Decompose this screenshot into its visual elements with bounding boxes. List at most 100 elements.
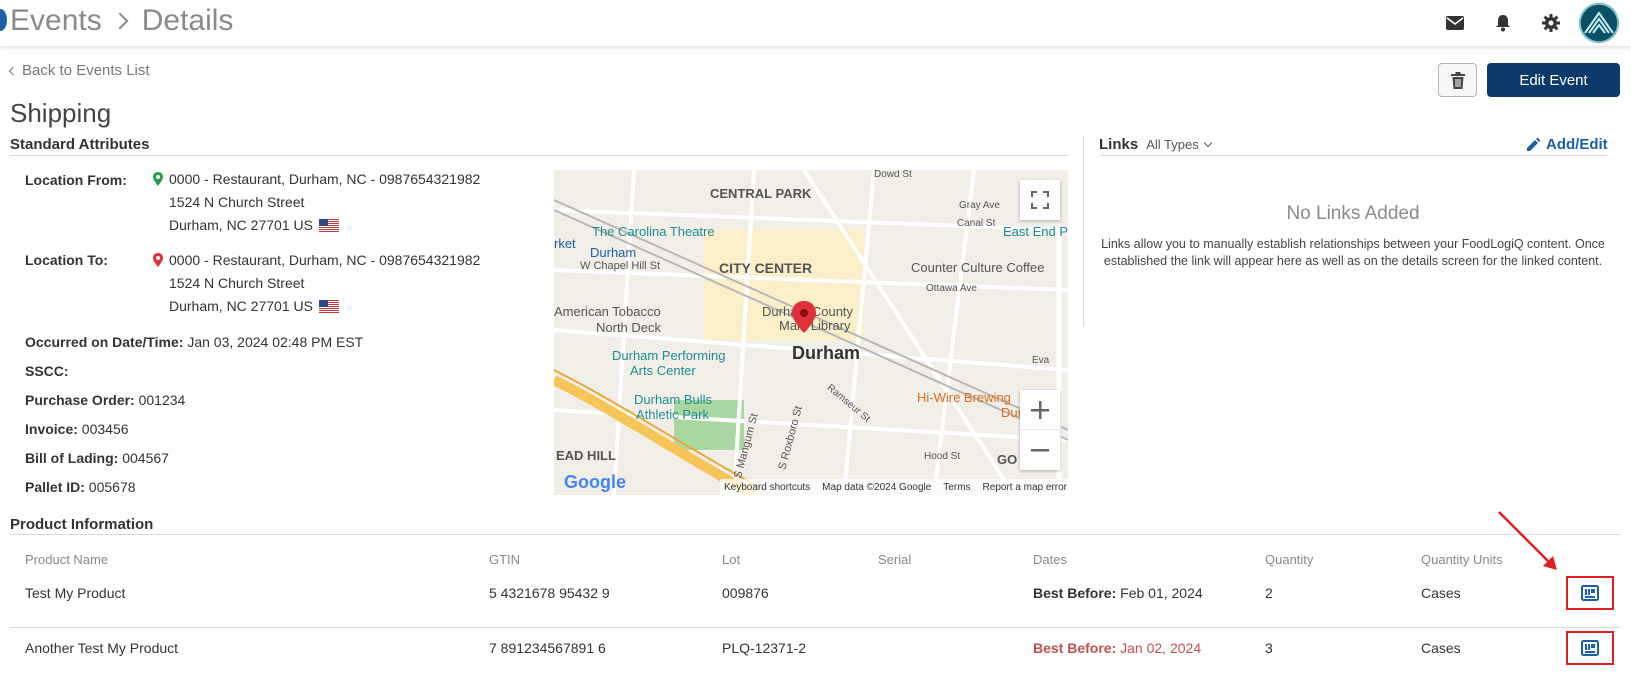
report-map-error-link[interactable]: Report a map error [983,482,1067,493]
product-information-title: Product Information [10,516,154,533]
dates-cell: Best Before: Feb 01, 2024 [1033,585,1203,601]
map-zoom-controls [1020,390,1060,470]
product-details-button[interactable] [1566,631,1614,665]
breadcrumb: Events Details [10,2,233,40]
notifications-button[interactable] [1479,3,1527,43]
map-label-american-tobacco: American Tobacco [554,304,661,319]
map-label-arts-center: Arts Center [630,363,696,378]
minus-icon [1031,449,1049,452]
pencil-icon [1527,137,1540,151]
keyboard-shortcuts-link[interactable]: Keyboard shortcuts [724,482,810,493]
nav-toggle[interactable] [0,9,7,31]
map-label-hiwire: Hi-Wire Brewing [917,390,1011,405]
map-fullscreen-button[interactable] [1020,180,1060,220]
chevron-right-icon [111,12,129,30]
attribute-sscc: SSCC: [25,363,69,379]
top-bar: Events Details [0,0,1631,46]
delete-button[interactable] [1438,63,1477,97]
column-header-dates: Dates [1033,552,1067,567]
map-label-north-deck: North Deck [596,320,662,335]
attribute-pallet-id: Pallet ID: 005678 [25,479,136,495]
column-header-serial: Serial [878,552,912,567]
breadcrumb-events[interactable]: Events [10,2,102,40]
quantity-units-cell: Cases [1421,585,1461,601]
quantity-cell: 3 [1265,640,1273,656]
annotation-arrow-icon [1498,511,1557,570]
links-rule [1099,155,1607,156]
location-from-city: Durham, NC 27701 US [169,217,339,233]
page-title: Shipping [10,98,112,128]
links-help-text: Links allow you to manually establish re… [1101,237,1605,268]
lot-cell: 009876 [722,585,769,601]
location-to-street: 1524 N Church Street [169,275,305,291]
map-label-central-park: CENTRAL PARK [710,186,812,201]
logo-icon [1579,3,1619,43]
map-footer: Keyboard shortcuts Map data ©2024 Google… [554,479,1068,495]
quantity-cell: 2 [1265,585,1273,601]
row-divider [10,627,1621,628]
dates-cell-expired: Best Before: Jan 02, 2024 [1033,640,1202,656]
column-header-gtin: GTIN [489,552,521,567]
map-label-go: GO [997,452,1018,467]
map-label-east-end: East End P [1003,224,1068,239]
map-label-athletic: Athletic Park [636,407,709,422]
map-label-city-center: CITY CENTER [719,260,813,276]
zoom-out-button[interactable] [1020,430,1060,470]
gtin-cell: 5 4321678 95432 9 [489,585,610,601]
plus-icon [1031,400,1049,419]
column-header-quantity-units: Quantity Units [1421,552,1503,567]
add-edit-links-button[interactable]: Add/Edit [1526,136,1608,153]
attribute-purchase-order: Purchase Order: 001234 [25,392,186,408]
no-links-message: No Links Added [1286,203,1420,224]
links-divider [1083,136,1084,326]
location-pin-icon [153,253,163,267]
map-marker-icon [792,301,816,333]
avatar[interactable] [1579,3,1619,43]
map-label-hood: Hood St [924,451,961,462]
location-pin-icon [153,172,163,186]
map-label-counter-culture: Counter Culture Coffee [911,260,1045,275]
fullscreen-icon [1031,191,1049,209]
chevron-left-icon [8,66,18,75]
quantity-units-cell: Cases [1421,640,1461,656]
map-label-eva: Eva [1032,355,1050,366]
gear-icon [1542,14,1560,32]
map-label-ottawa: Ottawa Ave [926,283,977,294]
top-actions [1431,0,1631,46]
terms-link[interactable]: Terms [943,482,970,493]
links-header: Links All Types [1099,136,1212,153]
attribute-occurred: Occurred on Date/Time: Jan 03, 2024 02:4… [25,334,364,350]
map-data-text: Map data ©2024 Google [822,481,932,493]
product-name-cell: Test My Product [25,585,126,601]
product-details-button[interactable] [1566,576,1614,610]
location-from-name: 0000 - Restaurant, Durham, NC - 09876543… [169,171,481,187]
column-header-quantity: Quantity [1265,552,1314,567]
zoom-in-button[interactable] [1020,390,1060,430]
location-to-city: Durham, NC 27701 US [169,298,339,314]
back-to-events-link[interactable]: Back to Events List [8,62,150,79]
map-label-ead-hill: EAD HILL [556,448,616,463]
location-map[interactable]: CENTRAL PARK Dowd St Gray Ave Canal St T… [554,170,1068,495]
chevron-down-icon [1203,138,1212,148]
trash-icon [1450,71,1465,89]
settings-button[interactable] [1527,3,1575,43]
edit-event-button[interactable]: Edit Event [1487,63,1620,97]
location-from-street: 1524 N Church Street [169,194,305,210]
mail-button[interactable] [1431,3,1479,43]
divider [10,534,1621,535]
map-label-dowd: Dowd St [874,170,912,180]
map-label-w-chapel: W Chapel Hill St [580,260,661,272]
column-header-product-name: Product Name [25,552,109,567]
map-label-durham-station: Durham [590,245,637,260]
attribute-invoice: Invoice: 003456 [25,421,129,437]
product-card-icon [1581,640,1599,656]
location-to-label: Location To: [25,252,108,268]
bell-icon [1496,15,1510,32]
breadcrumb-details: Details [141,4,234,37]
lot-cell: PLQ-12371-2 [722,640,807,656]
map-label-gray: Gray Ave [959,200,1000,211]
map-label-rket: rket [554,236,576,251]
map-label-durham: Durham [792,343,861,363]
links-type-filter[interactable]: All Types [1146,137,1212,152]
map-label-carolina-theatre: The Carolina Theatre [592,224,715,239]
